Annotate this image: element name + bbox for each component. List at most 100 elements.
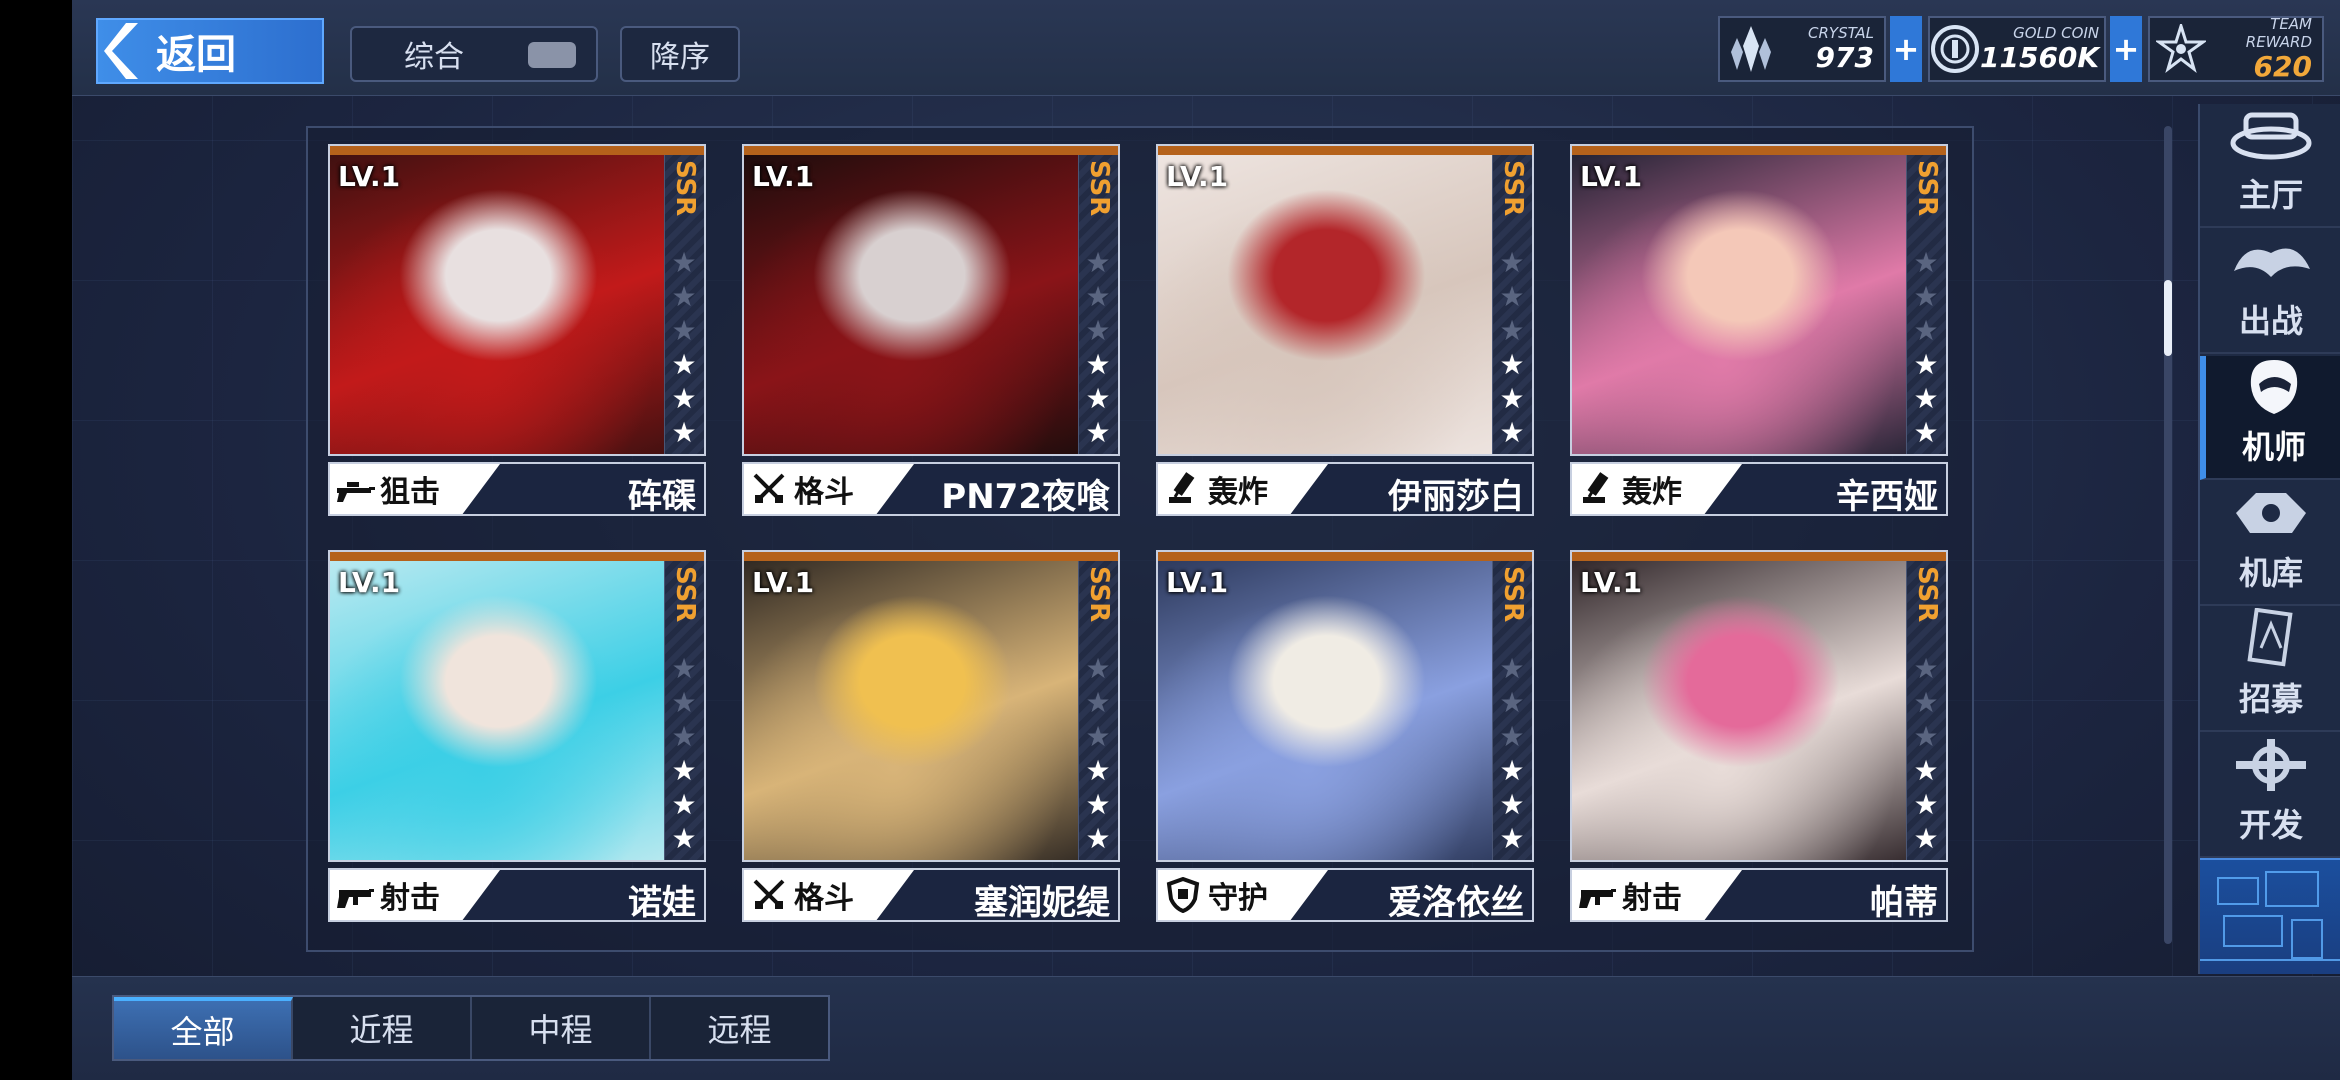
star-filled-icon: ★ [671, 416, 697, 449]
star-filled-icon: ★ [1499, 416, 1525, 449]
pilot-card[interactable]: LV.1 SSR ★ ★ ★ ★ ★ ★ 狙击 砗磲 [328, 144, 706, 517]
nav-item-develop[interactable]: 开发 [2200, 734, 2340, 858]
star-filled-icon: ★ [1085, 348, 1111, 381]
pilot-type-label: 守护 [1208, 881, 1268, 916]
nav-item-label: 机库 [2238, 554, 2303, 592]
back-button[interactable]: 返回 [96, 18, 324, 84]
pilot-name: 塞润妮缇 [974, 883, 1110, 923]
order-button[interactable]: 降序 [620, 26, 740, 82]
star-filled-icon: ★ [1499, 754, 1525, 787]
toggle-icon [528, 42, 576, 68]
star-filled-icon: ★ [671, 788, 697, 821]
pilot-info-bar: 守护 爱洛依丝 [1156, 868, 1534, 923]
crystal-counter: CRYSTAL 973 [1718, 16, 1886, 82]
scrollbar-thumb[interactable] [2164, 280, 2172, 356]
star-empty-icon: ★ [671, 314, 697, 347]
nav-item-pilot[interactable]: 机师 [2200, 356, 2340, 480]
pilot-info-bar: 轰炸 辛西娅 [1570, 462, 1948, 517]
nav-item-recruit[interactable]: 招募 [2200, 608, 2340, 732]
back-label: 返回 [156, 32, 236, 78]
card-top-stripe [1572, 552, 1946, 561]
star-empty-icon: ★ [1085, 652, 1111, 685]
level-label: LV.1 [1580, 566, 1643, 599]
pilot-icon [2224, 356, 2324, 418]
pilot-card[interactable]: LV.1 SSR ★ ★ ★ ★ ★ ★ 射击 帕蒂 [1570, 550, 1948, 923]
card-top-stripe [330, 552, 704, 561]
range-tab[interactable]: 全部 [114, 997, 293, 1059]
card-top-stripe [744, 146, 1118, 155]
pilot-name: 诺娃 [628, 883, 696, 923]
pilot-card[interactable]: LV.1 SSR ★ ★ ★ ★ ★ ★ 轰炸 辛西娅 [1570, 144, 1948, 517]
nav-item-label: 机师 [2241, 428, 2306, 466]
pilot-portrait: LV.1 SSR ★ ★ ★ ★ ★ ★ [1570, 550, 1948, 862]
star-rating: ★ ★ ★ ★ ★ ★ [1084, 654, 1112, 854]
mortar-icon [1572, 464, 1622, 514]
crossed-swords-icon [744, 464, 794, 514]
star-empty-icon: ★ [1085, 686, 1111, 719]
sort-dropdown[interactable]: 综合 [350, 26, 598, 82]
pilot-portrait: LV.1 SSR ★ ★ ★ ★ ★ ★ [1570, 144, 1948, 456]
pilot-type-badge: 格斗 [744, 464, 914, 514]
star-filled-icon: ★ [1913, 754, 1939, 787]
star-filled-icon: ★ [1499, 382, 1525, 415]
bottom-bar: 全部 近程 中程 远程 [72, 976, 2340, 1080]
scrollbar-track[interactable] [2164, 126, 2172, 944]
range-tab[interactable]: 近程 [293, 997, 472, 1059]
star-rating: ★ ★ ★ ★ ★ ★ [1912, 248, 1940, 448]
level-label: LV.1 [752, 160, 815, 193]
chevron-left-icon [98, 18, 150, 84]
pilot-type-label: 狙击 [380, 475, 440, 510]
range-tab[interactable]: 远程 [651, 997, 828, 1059]
crossed-swords-icon [744, 870, 794, 920]
rarity-label: SSR [1912, 566, 1942, 623]
range-tab[interactable]: 中程 [472, 997, 651, 1059]
star-filled-icon: ★ [671, 382, 697, 415]
star-empty-icon: ★ [1499, 246, 1525, 279]
star-filled-icon: ★ [1499, 348, 1525, 381]
level-label: LV.1 [338, 566, 401, 599]
pilot-type-badge: 格斗 [744, 870, 914, 920]
pilot-type-badge: 射击 [1572, 870, 1742, 920]
nav-item-label: 招募 [2238, 680, 2303, 718]
side-navigation: 主厅 出战机师机库招募开发 [2198, 104, 2340, 974]
pilot-type-badge: 狙击 [330, 464, 500, 514]
card-top-stripe [1572, 146, 1946, 155]
pilot-type-label: 轰炸 [1208, 475, 1268, 510]
pilot-type-badge: 轰炸 [1572, 464, 1742, 514]
star-filled-icon: ★ [1499, 822, 1525, 855]
add-gold-button[interactable]: + [2110, 16, 2142, 82]
pilot-portrait: LV.1 SSR ★ ★ ★ ★ ★ ★ [328, 144, 706, 456]
minimap-icon[interactable] [2200, 858, 2340, 974]
star-filled-icon: ★ [1085, 416, 1111, 449]
nav-item-main-hall[interactable]: 主厅 [2200, 104, 2340, 228]
level-label: LV.1 [1166, 160, 1229, 193]
pilot-card[interactable]: LV.1 SSR ★ ★ ★ ★ ★ ★ 守护 爱洛依丝 [1156, 550, 1534, 923]
star-empty-icon: ★ [1499, 720, 1525, 753]
team-reward-caption: TEAM REWARD [2245, 15, 2312, 51]
star-filled-icon: ★ [1913, 788, 1939, 821]
pilot-card[interactable]: LV.1 SSR ★ ★ ★ ★ ★ ★ 格斗 塞润妮缇 [742, 550, 1120, 923]
card-top-stripe [1158, 552, 1532, 561]
star-empty-icon: ★ [1913, 314, 1939, 347]
pilot-card[interactable]: LV.1 SSR ★ ★ ★ ★ ★ ★ 射击 诺娃 [328, 550, 706, 923]
add-crystal-button[interactable]: + [1890, 16, 1922, 82]
pilot-type-label: 格斗 [794, 475, 854, 510]
card-top-stripe [1158, 146, 1532, 155]
pilot-type-badge: 轰炸 [1158, 464, 1328, 514]
nav-item-sortie[interactable]: 出战 [2200, 230, 2340, 354]
pilot-portrait: LV.1 SSR ★ ★ ★ ★ ★ ★ [1156, 144, 1534, 456]
crystal-value: 973 [1815, 41, 1874, 74]
pilot-card[interactable]: LV.1 SSR ★ ★ ★ ★ ★ ★ 轰炸 伊丽莎白 [1156, 144, 1534, 517]
pilot-name: 爱洛依丝 [1388, 883, 1524, 923]
sniper-rifle-icon [330, 464, 380, 514]
level-label: LV.1 [338, 160, 401, 193]
range-filter-tabs: 全部 近程 中程 远程 [112, 995, 830, 1061]
star-filled-icon: ★ [671, 822, 697, 855]
rarity-label: SSR [1084, 566, 1114, 623]
nav-item-hangar[interactable]: 机库 [2200, 482, 2340, 606]
pilot-card[interactable]: LV.1 SSR ★ ★ ★ ★ ★ ★ 格斗 PN72夜喰 [742, 144, 1120, 517]
pilot-name: 辛西娅 [1836, 477, 1938, 517]
star-empty-icon: ★ [1499, 314, 1525, 347]
star-filled-icon: ★ [671, 348, 697, 381]
pilot-portrait: LV.1 SSR ★ ★ ★ ★ ★ ★ [742, 550, 1120, 862]
